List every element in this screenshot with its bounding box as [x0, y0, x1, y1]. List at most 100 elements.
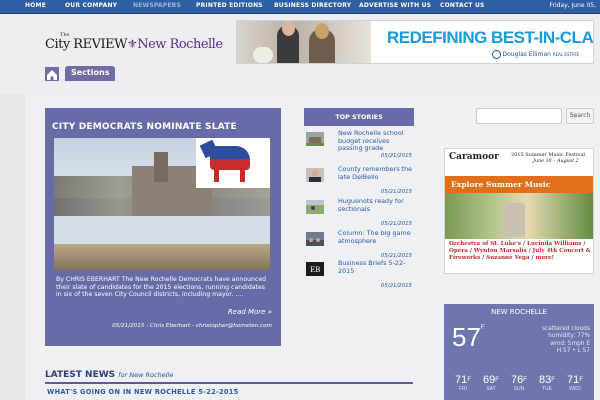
- weather-temp-unit: F: [480, 325, 485, 331]
- logo-city-review: City REVIEW: [45, 37, 127, 52]
- top-story-item[interactable]: County remembers the late DelBello 05/21…: [304, 165, 414, 198]
- photo-tower: [154, 152, 168, 182]
- logo-thumb-icon: EB: [306, 262, 324, 276]
- nav-contact-us[interactable]: CONTACT US: [440, 2, 485, 9]
- latest-news-heading: LATEST NEWS for New Rochelle: [45, 370, 173, 380]
- forecast-unit: F: [551, 377, 555, 383]
- nav-our-company[interactable]: OUR COMPANY: [65, 2, 117, 9]
- top-story-date: 05/21/2015: [380, 189, 412, 195]
- weather-current-temp: 57F: [452, 322, 485, 353]
- caramoor-lineup: Orchestra of St. Luke's / Lucinda Willia…: [449, 241, 591, 262]
- forecast-day: 71F FRI: [450, 374, 476, 392]
- caramoor-festival: 2015 Summer Music Festival: [511, 152, 586, 158]
- caramoor-fountain-shape: [503, 203, 525, 237]
- sections-tab[interactable]: Sections: [65, 66, 116, 81]
- forecast-label: SUN: [513, 386, 525, 392]
- forecast-temp: 76: [511, 374, 524, 386]
- search-input[interactable]: [476, 108, 562, 124]
- fleur-de-lis-icon: ⚜: [126, 37, 138, 51]
- forecast-day: 83F TUE: [534, 374, 560, 392]
- forecast-unit: F: [467, 377, 471, 383]
- nav-advertise[interactable]: ADVERTISE WITH US: [359, 2, 431, 9]
- forecast-label: FRI: [458, 386, 468, 392]
- top-stories-heading: TOP STORIES: [304, 108, 414, 126]
- logo-new-rochelle: New Rochelle: [137, 37, 223, 52]
- top-story-item[interactable]: Huguenots ready for sectionals 05/21/201…: [304, 197, 414, 230]
- weather-forecast: 71F FRI 69F SAT 76F SUN 83F TUE 71F WED: [450, 374, 590, 400]
- ad-brand: Douglas Elliman REAL ESTATE: [491, 50, 579, 59]
- caramoor-logo: Caramoor: [449, 152, 499, 162]
- caramoor-ad[interactable]: Caramoor 2015 Summer Music Festival June…: [444, 148, 594, 274]
- top-story-title[interactable]: Huguenots ready for sectionals: [338, 197, 414, 213]
- top-story-title[interactable]: County remembers the late DelBello: [338, 165, 414, 181]
- weather-condition: scattered clouds: [542, 326, 590, 332]
- top-story-item[interactable]: EB Business Briefs 5-22-2015 05/21/2015: [304, 259, 414, 292]
- nav-business-directory[interactable]: BUSINESS DIRECTORY: [274, 2, 351, 9]
- caramoor-dates: June 20 – August 2: [533, 159, 579, 164]
- forecast-unit: F: [495, 377, 499, 383]
- ad-man-head-shape: [282, 21, 295, 36]
- svg-text:EB: EB: [310, 266, 320, 274]
- read-more-link[interactable]: Read More »: [228, 308, 272, 316]
- weather-wind: wind: 5mph E: [550, 340, 590, 347]
- top-story-title[interactable]: Business Briefs 5-22-2015: [338, 259, 414, 275]
- nav-printed-editions[interactable]: PRINTED EDITIONS: [196, 2, 263, 9]
- featured-story-meta: 05/21/2015 - Chris Eberhart - christophe…: [112, 323, 272, 329]
- current-date: Friday, June 05,: [549, 2, 596, 9]
- home-icon[interactable]: [45, 67, 59, 81]
- nav-home[interactable]: HOME: [25, 2, 46, 9]
- forecast-unit: F: [523, 377, 527, 383]
- forecast-temp: 83: [539, 374, 552, 386]
- real-estate-ad-banner[interactable]: REDEFINING BEST-IN-CLASS. Douglas Ellima…: [236, 20, 594, 64]
- lineup-item: Opera: [449, 248, 468, 255]
- field-thumb-icon: [306, 200, 324, 214]
- photo-water: [54, 216, 270, 244]
- site-logo[interactable]: The City REVIEW⚜New Rochelle: [45, 32, 225, 58]
- lineup-item: Lucinda Williams: [526, 241, 582, 247]
- ad-dog-shape: [253, 47, 273, 63]
- forecast-temp: 69: [483, 374, 496, 386]
- building-thumb-icon: [306, 132, 324, 146]
- top-story-date: 05/21/2015: [380, 153, 412, 159]
- logo-wordmark: City REVIEW⚜New Rochelle: [45, 37, 223, 52]
- top-story-date: 05/21/2015: [380, 221, 412, 227]
- lineup-item: Wynton Marsalis: [473, 248, 527, 255]
- crowd-thumb-icon: [306, 232, 324, 246]
- latest-news-subtitle: for New Rochelle: [118, 371, 174, 379]
- top-story-title[interactable]: New Rochelle school budget receives pass…: [338, 129, 414, 153]
- forecast-label: WED: [569, 386, 581, 392]
- weather-temp-value: 57: [452, 322, 481, 352]
- featured-story-photo[interactable]: [54, 138, 270, 270]
- weather-hilo: H 57 • L 57: [556, 348, 590, 355]
- ad-woman-head-shape: [315, 23, 329, 39]
- latest-news-title: LATEST NEWS: [45, 370, 116, 380]
- ad-headline: REDEFINING BEST-IN-CLASS.: [387, 28, 594, 47]
- search-button[interactable]: Search: [566, 108, 594, 124]
- top-stories: TOP STORIES New Rochelle school budget r…: [304, 108, 414, 289]
- democratic-donkey-icon: [196, 138, 270, 188]
- forecast-temp: 71: [455, 374, 468, 386]
- featured-story-title[interactable]: CITY DEMOCRATS NOMINATE SLATE: [52, 122, 237, 132]
- explore-summer-music-button[interactable]: Explore Summer Music: [445, 176, 593, 193]
- donkey-leg: [214, 170, 219, 182]
- forecast-label: TUE: [542, 386, 552, 392]
- top-story-item[interactable]: Column: The big game atmosphere 05/21/20…: [304, 229, 414, 262]
- weather-humidity: humidity: 77%: [548, 333, 590, 340]
- weather-conditions: scattered clouds humidity: 77% wind: 5mp…: [520, 326, 590, 356]
- lineup-item: more!: [535, 255, 555, 262]
- latest-news-item[interactable]: WHAT'S GOING ON IN NEW ROCHELLE 5-22-201…: [47, 388, 239, 396]
- lineup-item: Suzanne Vega: [486, 255, 530, 262]
- portrait-thumb-icon: [306, 168, 324, 182]
- nav-newspapers[interactable]: NEWSPAPERS: [133, 2, 181, 9]
- forecast-label: SAT: [486, 386, 496, 392]
- donkey-leg: [240, 170, 245, 182]
- top-story-item[interactable]: New Rochelle school budget receives pass…: [304, 129, 414, 162]
- weather-widget: NEW ROCHELLE 57F scattered clouds humidi…: [444, 304, 594, 400]
- featured-story-excerpt: By CHRIS EBERHART The New Rochelle Democ…: [56, 276, 267, 299]
- photo-ground: [54, 244, 270, 270]
- lineup-item: Orchestra of St. Luke's: [449, 241, 522, 247]
- ad-brand-name: Douglas Elliman: [502, 51, 551, 58]
- featured-story: CITY DEMOCRATS NOMINATE SLATE By CHRIS E…: [45, 108, 281, 346]
- ad-brand-sub: REAL ESTATE: [552, 52, 579, 57]
- top-story-title[interactable]: Column: The big game atmosphere: [338, 229, 414, 245]
